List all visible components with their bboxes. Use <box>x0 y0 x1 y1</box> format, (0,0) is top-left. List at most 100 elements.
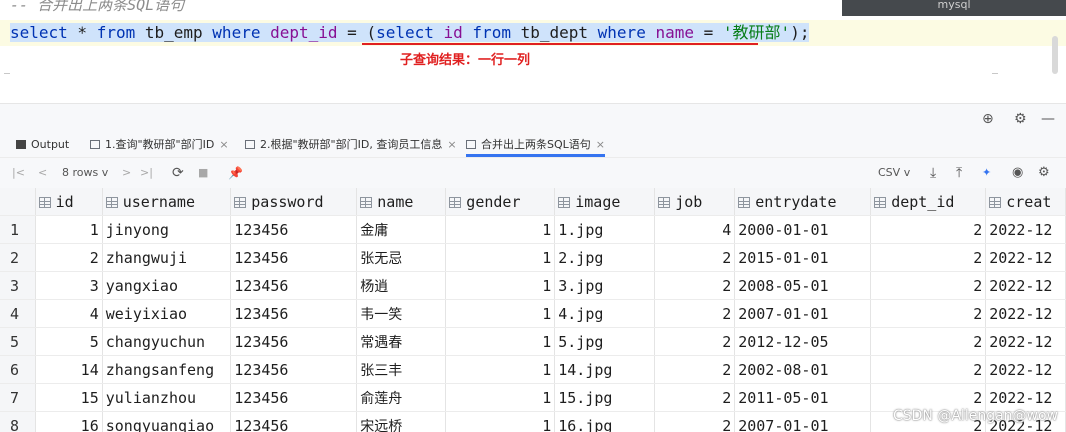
window-tab-mysql[interactable]: mysql <box>842 0 1066 16</box>
sql-statement[interactable]: select * from tb_emp where dept_id = (se… <box>10 22 810 44</box>
cell-entrydate[interactable]: 2007-01-01 <box>734 411 872 432</box>
table-row[interactable]: 5 5 changyuchun 123456 常遇春 1 5.jpg 2 2012-12-05 2… <box>0 327 1066 356</box>
cell-create[interactable]: 2022-12 <box>985 299 1066 328</box>
cell-username[interactable]: yangxiao <box>102 271 232 300</box>
cell-gender[interactable]: 1 <box>445 327 556 356</box>
cell-job[interactable]: 4 <box>654 215 736 244</box>
column-header[interactable]: gender <box>445 188 556 216</box>
cell-entrydate[interactable]: 2002-08-01 <box>734 355 872 384</box>
cell-id[interactable]: 1 <box>35 215 103 244</box>
cell-image[interactable]: 16.jpg <box>554 411 656 432</box>
cell-gender[interactable]: 1 <box>445 355 556 384</box>
cell-job[interactable]: 2 <box>654 383 736 412</box>
cell-name[interactable]: 宋远桥 <box>356 411 447 432</box>
table-row[interactable]: 6 14 zhangsanfeng 123456 张三丰 1 14.jpg 2 2002-08-… <box>0 355 1066 384</box>
cell-dept_id[interactable]: 2 <box>870 271 987 300</box>
cell-entrydate[interactable]: 2008-05-01 <box>734 271 872 300</box>
prev-page-button[interactable]: < <box>38 164 47 182</box>
target-icon[interactable]: ⊕ <box>982 111 994 127</box>
cell-password[interactable]: 123456 <box>230 215 358 244</box>
cell-name[interactable]: 杨逍 <box>356 271 447 300</box>
column-header[interactable]: entrydate <box>734 188 872 216</box>
editor-scrollbar[interactable] <box>1052 36 1058 74</box>
cell-create[interactable]: 2022-12 <box>985 271 1066 300</box>
table-row[interactable]: 1 1 jinyong 123456 金庸 1 1.jpg 4 2000-01-01 2 2022-… <box>0 215 1066 244</box>
cell-job[interactable]: 2 <box>654 355 736 384</box>
cell-name[interactable]: 俞莲舟 <box>356 383 447 412</box>
cell-dept_id[interactable]: 2 <box>870 355 987 384</box>
cell-gender[interactable]: 1 <box>445 243 556 272</box>
cell-image[interactable]: 3.jpg <box>554 271 656 300</box>
settings-icon[interactable]: ⚙ <box>1038 164 1050 182</box>
stop-icon[interactable]: ■ <box>198 164 208 182</box>
cell-password[interactable]: 123456 <box>230 383 358 412</box>
format-dropdown[interactable]: CSV v <box>878 164 910 182</box>
cell-job[interactable]: 2 <box>654 243 736 272</box>
cell-entrydate[interactable]: 2007-01-01 <box>734 299 872 328</box>
table-row[interactable]: 3 3 yangxiao 123456 杨逍 1 3.jpg 2 2008-05-01 2 2022… <box>0 271 1066 300</box>
cell-entrydate[interactable]: 2000-01-01 <box>734 215 872 244</box>
cell-dept_id[interactable]: 2 <box>870 299 987 328</box>
cell-password[interactable]: 123456 <box>230 243 358 272</box>
cell-name[interactable]: 张三丰 <box>356 355 447 384</box>
cell-username[interactable]: jinyong <box>102 215 232 244</box>
column-header[interactable]: password <box>230 188 358 216</box>
column-header[interactable]: job <box>654 188 736 216</box>
cell-id[interactable]: 4 <box>35 299 103 328</box>
column-header[interactable]: dept_id <box>870 188 987 216</box>
close-icon[interactable]: × <box>447 138 456 151</box>
cell-id[interactable]: 14 <box>35 355 103 384</box>
tab-output[interactable]: Output <box>16 133 69 157</box>
first-page-button[interactable]: |< <box>12 164 25 182</box>
cell-image[interactable]: 15.jpg <box>554 383 656 412</box>
column-header[interactable]: name <box>356 188 447 216</box>
cell-create[interactable]: 2022-12 <box>985 215 1066 244</box>
cell-job[interactable]: 2 <box>654 299 736 328</box>
cell-entrydate[interactable]: 2012-12-05 <box>734 327 872 356</box>
cell-username[interactable]: zhangwuji <box>102 243 232 272</box>
column-header[interactable]: image <box>554 188 656 216</box>
table-row[interactable]: 2 2 zhangwuji 123456 张无忌 1 2.jpg 2 2015-01-01 2 20… <box>0 243 1066 272</box>
cell-image[interactable]: 2.jpg <box>554 243 656 272</box>
cell-username[interactable]: zhangsanfeng <box>102 355 232 384</box>
cell-name[interactable]: 金庸 <box>356 215 447 244</box>
tab-query-2[interactable]: 2.根据"教研部"部门ID, 查询员工信息 × <box>245 133 457 157</box>
cell-password[interactable]: 123456 <box>230 271 358 300</box>
column-header[interactable]: username <box>102 188 232 216</box>
cell-create[interactable]: 2022-12 <box>985 355 1066 384</box>
cell-username[interactable]: changyuchun <box>102 327 232 356</box>
column-header[interactable]: id <box>35 188 103 216</box>
download-icon[interactable]: ⤓ <box>930 164 936 182</box>
cell-password[interactable]: 123456 <box>230 299 358 328</box>
cell-gender[interactable]: 1 <box>445 383 556 412</box>
close-icon[interactable]: × <box>219 138 228 151</box>
cell-image[interactable]: 1.jpg <box>554 215 656 244</box>
rows-dropdown[interactable]: 8 rows v <box>62 164 108 182</box>
minimize-icon[interactable]: — <box>1041 111 1055 127</box>
next-page-button[interactable]: > <box>122 164 131 182</box>
cell-id[interactable]: 16 <box>35 411 103 432</box>
cell-gender[interactable]: 1 <box>445 411 556 432</box>
cell-password[interactable]: 123456 <box>230 411 358 432</box>
close-icon[interactable]: × <box>596 138 605 151</box>
refresh-icon[interactable]: ⟳ <box>172 164 184 182</box>
cell-dept_id[interactable]: 2 <box>870 215 987 244</box>
cell-password[interactable]: 123456 <box>230 327 358 356</box>
tab-merged-query[interactable]: 合并出上两条SQL语句 × <box>466 133 605 157</box>
cell-gender[interactable]: 1 <box>445 215 556 244</box>
table-row[interactable]: 4 4 weiyixiao 123456 韦一笑 1 4.jpg 2 2007-01-01 2 20… <box>0 299 1066 328</box>
cell-name[interactable]: 常遇春 <box>356 327 447 356</box>
compare-icon[interactable]: ✦ <box>982 164 991 182</box>
cell-username[interactable]: yulianzhou <box>102 383 232 412</box>
cell-entrydate[interactable]: 2011-05-01 <box>734 383 872 412</box>
cell-name[interactable]: 张无忌 <box>356 243 447 272</box>
cell-gender[interactable]: 1 <box>445 271 556 300</box>
cell-gender[interactable]: 1 <box>445 299 556 328</box>
cell-image[interactable]: 4.jpg <box>554 299 656 328</box>
cell-image[interactable]: 5.jpg <box>554 327 656 356</box>
cell-id[interactable]: 5 <box>35 327 103 356</box>
cell-create[interactable]: 2022-12 <box>985 327 1066 356</box>
cell-dept_id[interactable]: 2 <box>870 243 987 272</box>
cell-job[interactable]: 2 <box>654 411 736 432</box>
cell-dept_id[interactable]: 2 <box>870 327 987 356</box>
